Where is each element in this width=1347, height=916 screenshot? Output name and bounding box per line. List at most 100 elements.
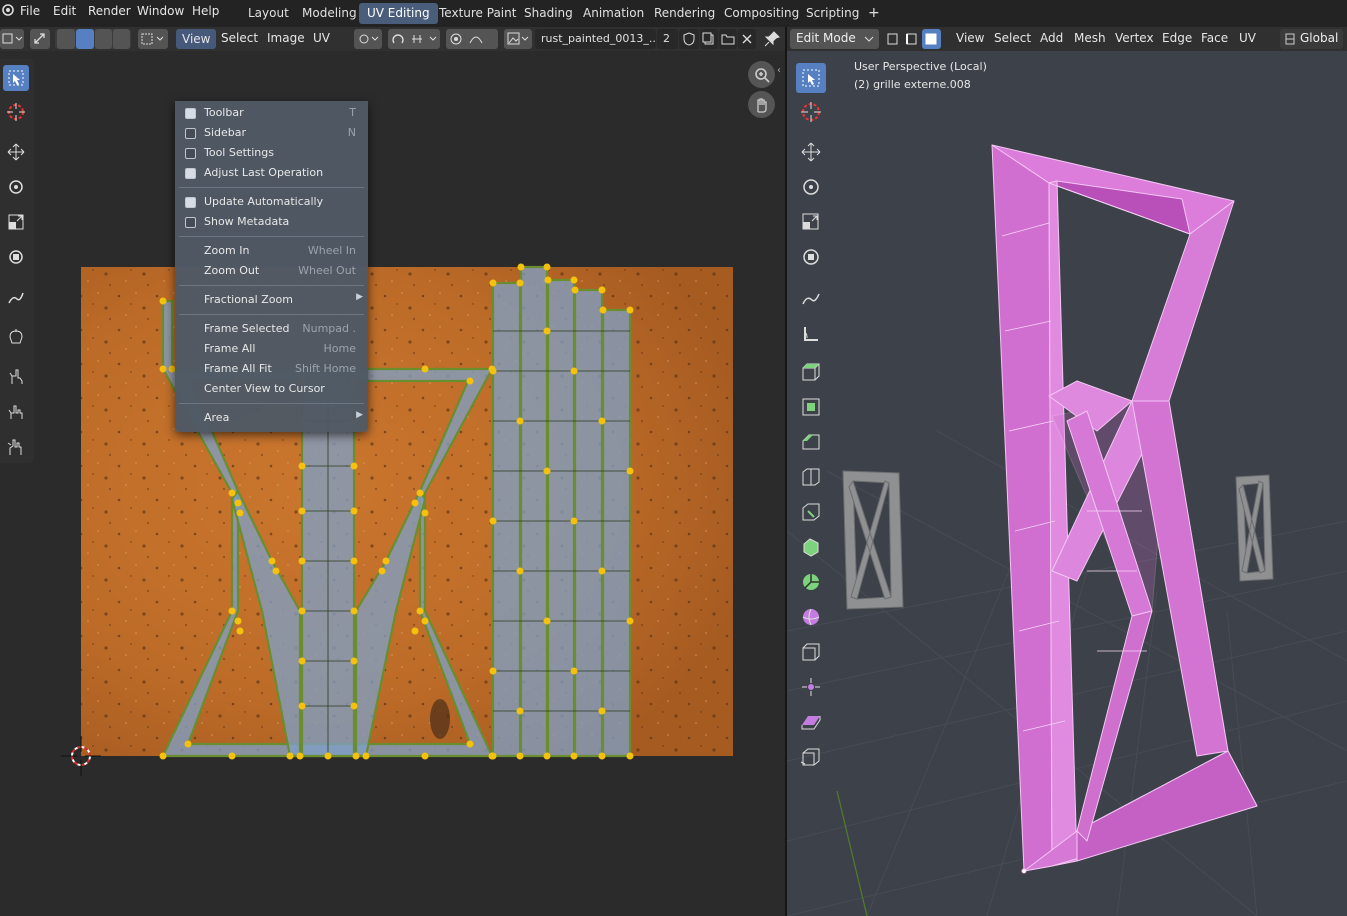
pinch-icon[interactable] [3, 399, 29, 425]
relax-icon[interactable] [3, 364, 29, 390]
tab-uv-editing[interactable]: UV Editing [359, 3, 438, 24]
uv-editor-area[interactable]: ‹ Toolbar T Sidebar N Tool Settings Adjust… [0, 51, 785, 916]
tab-compositing[interactable]: Compositing [716, 3, 807, 24]
blender-logo-icon[interactable] [1, 3, 15, 20]
select-box-icon[interactable] [796, 63, 826, 93]
menu-item-sidebar[interactable]: Sidebar N [175, 123, 368, 143]
editor-type-button[interactable] [0, 29, 24, 49]
poly-build-icon[interactable] [796, 532, 826, 562]
vp-menu-face[interactable]: Face [1201, 31, 1228, 45]
menu-item-fractional-zoom[interactable]: Fractional Zoom ▶ [175, 290, 368, 310]
menu-item-frame-selected[interactable]: Frame Selected Numpad . [175, 319, 368, 339]
chevron-left-icon[interactable]: ‹ [777, 65, 781, 76]
menu-item-frame-all[interactable]: Frame All Home [175, 339, 368, 359]
menu-file[interactable]: File [20, 4, 40, 18]
add-workspace-button[interactable]: + [860, 3, 888, 24]
menu-help[interactable]: Help [192, 4, 219, 18]
uv-menu-uv[interactable]: UV [313, 31, 330, 45]
move-icon[interactable] [796, 137, 826, 167]
select-box-icon[interactable] [3, 65, 29, 91]
new-image-button[interactable] [700, 29, 718, 49]
menu-item-toolbar[interactable]: Toolbar T [175, 103, 368, 123]
pinch-alt-icon[interactable] [3, 434, 29, 460]
checkbox-icon[interactable] [185, 197, 196, 208]
uv-canvas[interactable] [0, 51, 785, 916]
vp-menu-uv[interactable]: UV [1239, 31, 1256, 45]
checkbox-icon[interactable] [185, 128, 196, 139]
menu-item-adjust-last-operation[interactable]: Adjust Last Operation [175, 163, 368, 183]
menu-item-frame-all-fit[interactable]: Frame All Fit Shift Home [175, 359, 368, 379]
bevel-icon[interactable] [796, 427, 826, 457]
open-image-button[interactable] [719, 29, 737, 49]
vp-menu-edge[interactable]: Edge [1162, 31, 1192, 45]
island-select-button[interactable] [113, 29, 130, 49]
vp-menu-add[interactable]: Add [1040, 31, 1063, 45]
pivot-dropdown[interactable] [354, 29, 382, 49]
rotate-icon[interactable] [796, 172, 826, 202]
annotate-icon[interactable] [796, 283, 826, 313]
checkbox-icon[interactable] [185, 217, 196, 228]
menu-item-tool-settings[interactable]: Tool Settings [175, 143, 368, 163]
menu-window[interactable]: Window [137, 4, 184, 18]
image-browse-button[interactable] [504, 29, 532, 49]
tab-shading[interactable]: Shading [516, 3, 581, 24]
extrude-icon[interactable] [796, 356, 826, 386]
sticky-select-dropdown[interactable] [138, 29, 168, 49]
menu-item-zoom-in[interactable]: Zoom In Wheel In [175, 241, 368, 261]
scale-icon[interactable] [3, 209, 29, 235]
sync-selection-button[interactable] [30, 29, 50, 49]
menu-render[interactable]: Render [88, 4, 131, 18]
edge-mode-button[interactable] [903, 29, 921, 49]
cursor-icon[interactable] [3, 99, 29, 125]
tab-rendering[interactable]: Rendering [646, 3, 723, 24]
uv-menu-image[interactable]: Image [267, 31, 305, 45]
inset-icon[interactable] [796, 392, 826, 422]
transform-icon[interactable] [796, 242, 826, 272]
vp-menu-view[interactable]: View [956, 31, 984, 45]
menu-item-area[interactable]: Area ▶ [175, 408, 368, 428]
move-icon[interactable] [3, 139, 29, 165]
cursor-icon[interactable] [796, 97, 826, 127]
edge-select-button[interactable] [76, 29, 94, 49]
zoom-icon[interactable] [748, 61, 775, 88]
scale-icon[interactable] [796, 207, 826, 237]
snap-group[interactable] [388, 29, 440, 49]
checkbox-icon[interactable] [185, 168, 196, 179]
transform-icon[interactable] [3, 244, 29, 270]
edge-slide-icon[interactable] [796, 637, 826, 667]
pin-icon[interactable] [762, 29, 782, 49]
annotate-icon[interactable] [3, 284, 29, 310]
loop-cut-icon[interactable] [796, 462, 826, 492]
menu-item-zoom-out[interactable]: Zoom Out Wheel Out [175, 261, 368, 281]
orientation-dropdown[interactable]: Global [1280, 29, 1343, 49]
menu-edit[interactable]: Edit [53, 4, 76, 18]
rip-icon[interactable] [796, 742, 826, 772]
image-name-field[interactable]: rust_painted_0013_... [535, 29, 659, 49]
knife-icon[interactable] [796, 497, 826, 527]
proportional-edit-group[interactable] [446, 29, 498, 49]
viewport-canvas[interactable] [787, 51, 1347, 916]
tab-layout[interactable]: Layout [240, 3, 297, 24]
tab-scripting[interactable]: Scripting [798, 3, 867, 24]
uv-menu-select[interactable]: Select [221, 31, 258, 45]
face-select-button[interactable] [95, 29, 112, 49]
menu-item-update-automatically[interactable]: Update Automatically [175, 192, 368, 212]
grab-icon[interactable] [3, 324, 29, 350]
tab-modeling[interactable]: Modeling [294, 3, 365, 24]
checkbox-icon[interactable] [185, 108, 196, 119]
shrink-fatten-icon[interactable] [796, 672, 826, 702]
mode-dropdown[interactable]: Edit Mode [790, 29, 879, 49]
fake-user-button[interactable] [679, 29, 699, 49]
vp-menu-select[interactable]: Select [994, 31, 1031, 45]
measure-icon[interactable] [796, 319, 826, 349]
uv-menu-view[interactable]: View [176, 29, 217, 49]
vertex-select-button[interactable] [57, 29, 75, 49]
smooth-icon[interactable] [796, 602, 826, 632]
rotate-icon[interactable] [3, 174, 29, 200]
image-users-count[interactable]: 2 [657, 29, 678, 49]
close-icon[interactable] [738, 29, 756, 49]
menu-item-show-metadata[interactable]: Show Metadata [175, 212, 368, 232]
face-mode-button[interactable] [922, 29, 941, 49]
shear-icon[interactable] [796, 707, 826, 737]
vp-menu-mesh[interactable]: Mesh [1074, 31, 1106, 45]
